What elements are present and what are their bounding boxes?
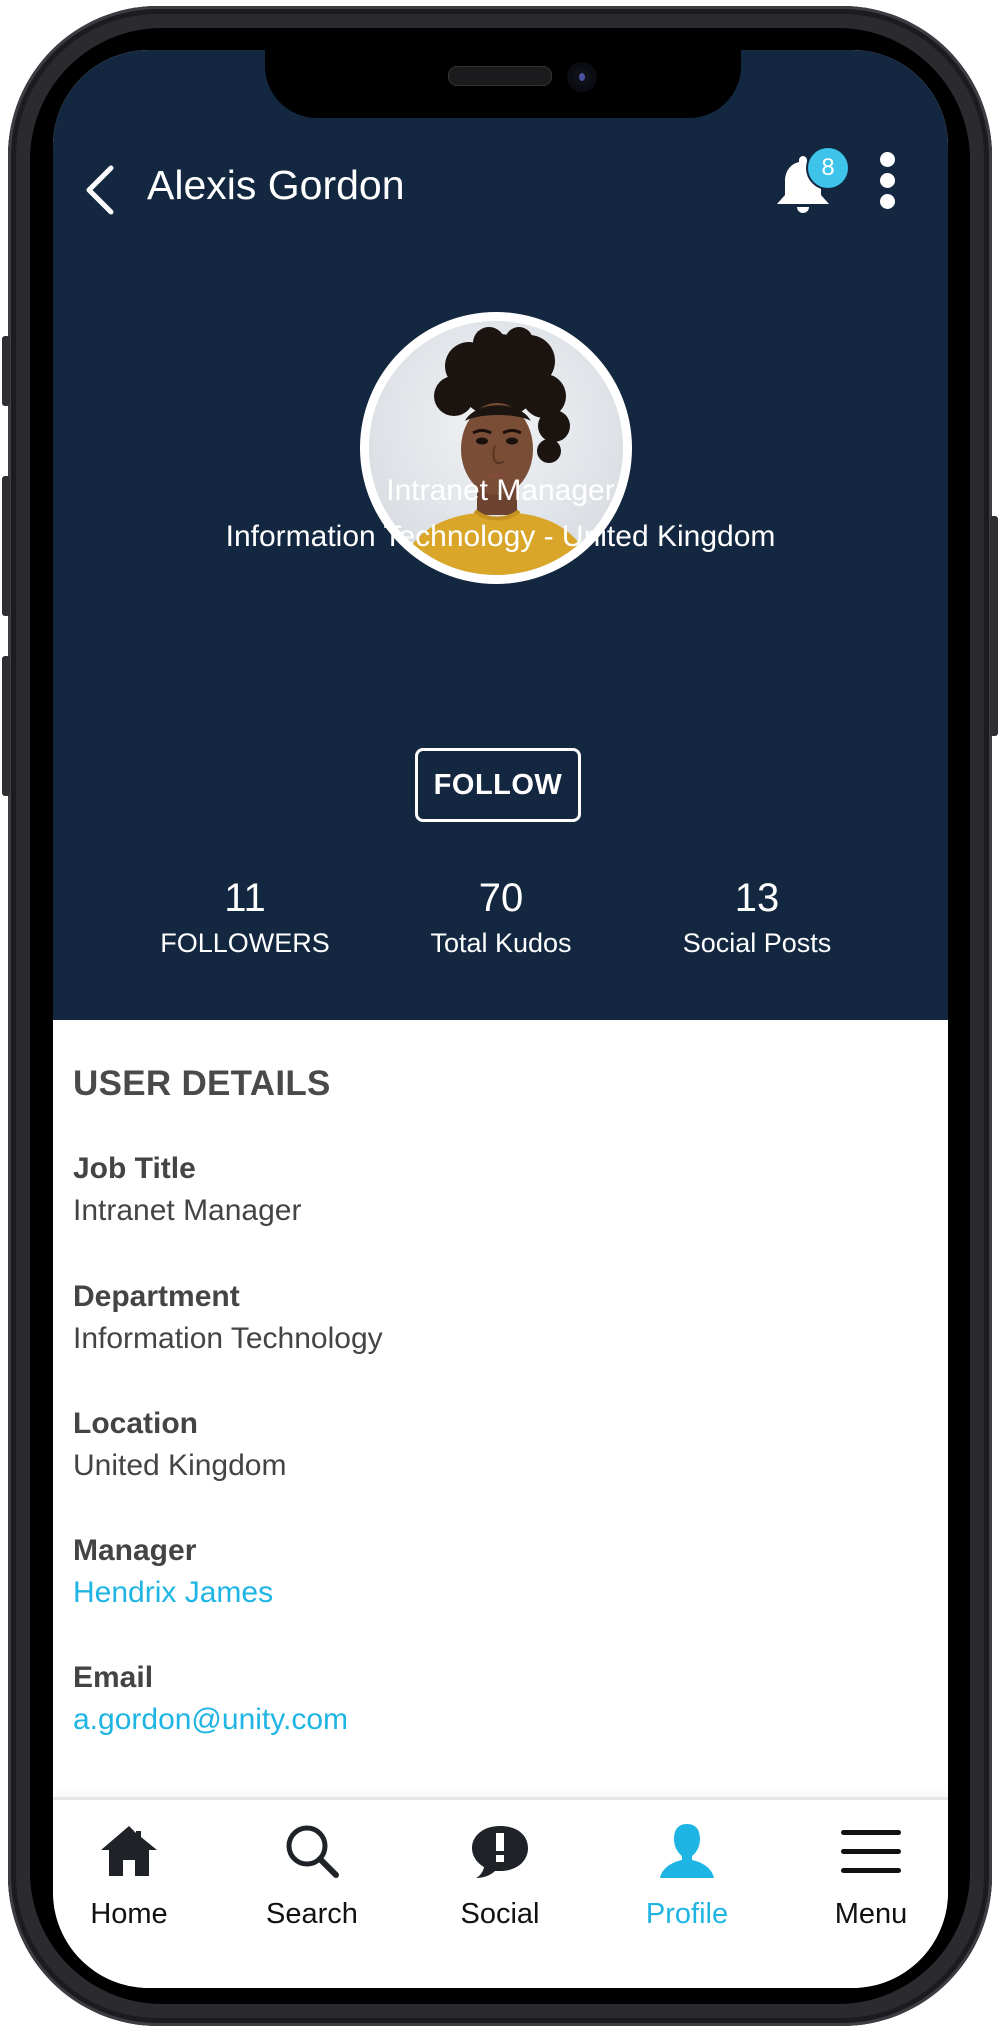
detail-value: Intranet Manager xyxy=(73,1194,302,1227)
bottom-tab-bar: Home Search Social Profile Menu xyxy=(53,1797,948,1988)
mute-switch xyxy=(2,336,10,406)
detail-department: Department Information Technology xyxy=(73,1280,383,1356)
user-details-section: USER DETAILS Job Title Intranet Manager … xyxy=(73,1064,383,1736)
tab-label: Home xyxy=(90,1898,168,1930)
tab-label: Search xyxy=(266,1898,358,1930)
profile-header: Alexis Gordon 8 Intranet Manager Informa… xyxy=(53,50,948,1020)
tab-profile[interactable]: Profile xyxy=(612,1820,762,1931)
detail-location: Location United Kingdom xyxy=(73,1407,286,1483)
home-icon xyxy=(97,1820,161,1884)
front-camera xyxy=(567,62,597,92)
hamburger-menu-icon xyxy=(839,1820,903,1884)
stat-label: Social Posts xyxy=(682,928,832,958)
search-icon xyxy=(280,1820,344,1884)
tab-label: Profile xyxy=(645,1898,729,1930)
top-app-bar: Alexis Gordon 8 xyxy=(53,146,948,230)
detail-value: Information Technology xyxy=(73,1322,383,1355)
profile-job-title: Intranet Manager xyxy=(386,474,615,507)
tab-social[interactable]: Social xyxy=(425,1820,575,1931)
stat-label: FOLLOWERS xyxy=(160,928,330,958)
section-title: USER DETAILS xyxy=(73,1064,331,1103)
manager-link[interactable]: Hendrix James xyxy=(73,1576,273,1610)
stat-social-posts[interactable]: 13 Social Posts xyxy=(637,874,877,959)
detail-label: Job Title xyxy=(73,1152,196,1185)
follow-button[interactable]: FOLLOW xyxy=(415,748,581,822)
page-title: Alexis Gordon xyxy=(147,162,405,208)
detail-label: Department xyxy=(73,1280,240,1313)
notification-badge: 8 xyxy=(806,146,850,190)
more-options-button[interactable] xyxy=(875,152,899,218)
detail-label: Manager xyxy=(73,1534,197,1567)
stat-value: 11 xyxy=(224,876,266,920)
person-icon xyxy=(655,1820,719,1884)
speech-bubble-alert-icon xyxy=(468,1820,532,1884)
stat-value: 13 xyxy=(734,876,780,920)
stat-followers[interactable]: 11 FOLLOWERS xyxy=(125,874,365,959)
tab-home[interactable]: Home xyxy=(54,1820,204,1931)
tab-label: Menu xyxy=(834,1898,908,1930)
back-button[interactable] xyxy=(81,164,121,216)
tab-menu[interactable]: Menu xyxy=(796,1820,946,1931)
app-screen: Alexis Gordon 8 Intranet Manager Informa… xyxy=(53,50,948,1988)
earpiece-speaker xyxy=(448,66,552,86)
detail-value: United Kingdom xyxy=(73,1449,287,1482)
detail-label: Email xyxy=(73,1661,154,1694)
stat-total-kudos[interactable]: 70 Total Kudos xyxy=(381,874,621,959)
stat-value: 70 xyxy=(478,876,524,920)
profile-department-location: Information Technology - United Kingdom xyxy=(225,520,776,553)
detail-label: Location xyxy=(73,1407,198,1440)
volume-down-button xyxy=(2,656,10,796)
more-vertical-icon xyxy=(875,152,899,209)
stat-label: Total Kudos xyxy=(430,928,572,958)
detail-job-title: Job Title Intranet Manager xyxy=(73,1152,301,1228)
detail-manager: Manager Hendrix James xyxy=(73,1534,273,1610)
detail-email: Email a.gordon@unity.com xyxy=(73,1661,348,1737)
tab-label: Social xyxy=(460,1898,540,1930)
chevron-left-icon xyxy=(86,165,114,215)
notch xyxy=(265,50,741,118)
volume-up-button xyxy=(2,476,10,616)
power-button xyxy=(990,516,998,736)
email-link[interactable]: a.gordon@unity.com xyxy=(73,1703,348,1737)
tab-search[interactable]: Search xyxy=(237,1820,387,1931)
